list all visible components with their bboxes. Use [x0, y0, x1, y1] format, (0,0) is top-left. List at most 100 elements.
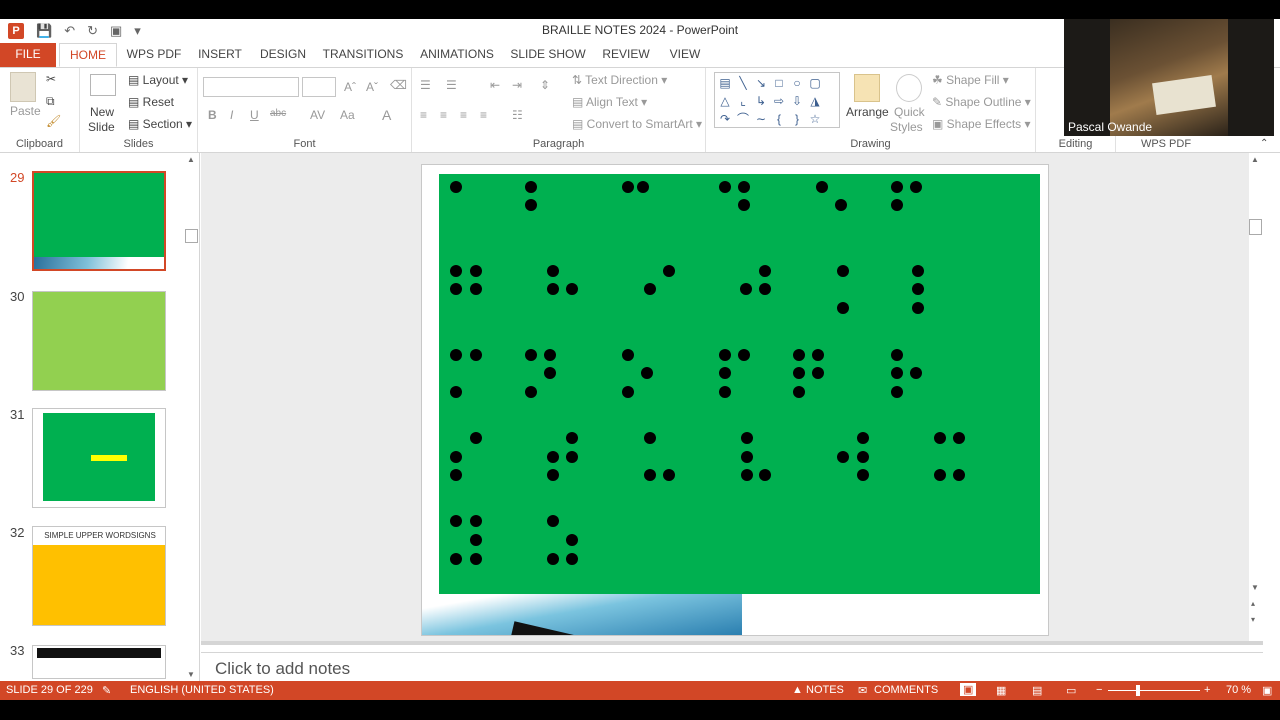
fit-to-window-icon[interactable]: ▣ — [1262, 684, 1272, 697]
slide-thumbnail-33[interactable] — [32, 645, 166, 679]
freeform-shape-icon[interactable]: ∼ — [753, 111, 769, 127]
slide-thumbnail-29[interactable] — [32, 171, 166, 271]
notes-placeholder[interactable]: Click to add notes — [215, 659, 350, 679]
quick-styles-icon[interactable] — [896, 74, 922, 102]
increase-indent-icon[interactable]: ⇥ — [512, 78, 522, 92]
italic-button[interactable]: I — [230, 108, 233, 122]
arrange-icon[interactable] — [854, 74, 880, 102]
underline-button[interactable]: U — [250, 108, 259, 122]
quick-styles-label-1[interactable]: Quick — [894, 105, 925, 119]
language-indicator[interactable]: ENGLISH (UNITED STATES) — [130, 684, 274, 696]
new-slide-label-2[interactable]: Slide — [88, 120, 115, 134]
elbow-arrow-icon[interactable]: ↳ — [753, 93, 769, 109]
layout-button[interactable]: ▤ Layout ▾ — [128, 73, 188, 87]
comments-icon[interactable]: ✉ — [858, 684, 867, 697]
font-color-button[interactable]: A — [382, 107, 391, 123]
curve-shape-icon[interactable]: ↷ — [717, 111, 733, 127]
slideshow-view-icon[interactable]: ▭ — [1066, 684, 1076, 697]
reading-view-icon[interactable]: ▤ — [1032, 684, 1042, 697]
scroll-up-icon[interactable]: ▲ — [1251, 155, 1259, 164]
tab-transitions[interactable]: TRANSITIONS — [322, 43, 404, 67]
zoom-slider-thumb[interactable] — [1136, 685, 1140, 696]
line-shape-icon[interactable]: ╲ — [735, 75, 751, 91]
clear-formatting-icon[interactable]: ⌫ — [390, 78, 407, 92]
arrange-button[interactable]: Arrange — [846, 105, 889, 119]
notes-toggle[interactable]: NOTES — [806, 684, 844, 696]
tab-slide-show[interactable]: SLIDE SHOW — [509, 43, 587, 67]
font-family-select[interactable] — [203, 77, 299, 97]
quick-styles-label-2[interactable]: Styles — [890, 120, 923, 134]
change-case-button[interactable]: Aa — [340, 108, 355, 122]
paste-icon[interactable] — [10, 72, 36, 102]
zoom-in-icon[interactable]: + — [1204, 684, 1210, 696]
align-left-icon[interactable]: ≡ — [420, 108, 427, 122]
rounded-rect-shape-icon[interactable]: ▢ — [807, 75, 823, 91]
oval-shape-icon[interactable]: ○ — [789, 75, 805, 91]
shape-outline-button[interactable]: ✎ Shape Outline ▾ — [932, 95, 1031, 109]
section-button[interactable]: ▤ Section ▾ — [128, 117, 192, 131]
notes-toggle-icon[interactable]: ▲ — [792, 684, 803, 696]
character-spacing-button[interactable]: AV — [310, 108, 325, 122]
justify-icon[interactable]: ≡ — [480, 108, 487, 122]
triangle-shape-icon[interactable]: △ — [717, 93, 733, 109]
next-slide-icon[interactable]: ▾ — [1251, 615, 1255, 624]
reset-button[interactable]: ▤ Reset — [128, 95, 174, 109]
brace-close-icon[interactable]: } — [789, 111, 805, 127]
columns-icon[interactable]: ☷ — [512, 108, 523, 122]
tab-animations[interactable]: ANIMATIONS — [415, 43, 499, 67]
tab-wps-pdf[interactable]: WPS PDF — [124, 43, 184, 67]
new-slide-label-1[interactable]: New — [90, 105, 114, 119]
textbox-shape-icon[interactable]: ▤ — [717, 75, 733, 91]
scroll-down-icon[interactable]: ▼ — [187, 670, 195, 679]
normal-view-icon[interactable]: ▣ — [960, 683, 977, 696]
tab-home[interactable]: HOME — [59, 43, 117, 67]
tab-insert[interactable]: INSERT — [195, 43, 245, 67]
decrease-font-icon[interactable]: Aˇ — [366, 80, 378, 94]
flowchart-shape-icon[interactable]: ◮ — [807, 93, 823, 109]
slide-sorter-icon[interactable]: ▦ — [996, 684, 1006, 697]
tab-file[interactable]: FILE — [0, 43, 56, 67]
align-center-icon[interactable]: ≡ — [440, 108, 447, 122]
zoom-slider[interactable] — [1108, 690, 1200, 691]
previous-slide-icon[interactable]: ▴ — [1251, 599, 1255, 608]
shape-fill-button[interactable]: ☘ Shape Fill ▾ — [932, 73, 1009, 87]
slide-thumbnail-31[interactable] — [32, 408, 166, 508]
strikethrough-button[interactable]: abc — [270, 108, 286, 119]
new-slide-icon[interactable] — [90, 74, 116, 96]
pane-splitter[interactable] — [201, 641, 1263, 645]
rectangle-shape-icon[interactable]: □ — [771, 75, 787, 91]
current-slide[interactable] — [421, 164, 1049, 636]
decrease-indent-icon[interactable]: ⇤ — [490, 78, 500, 92]
text-direction-button[interactable]: ⇅ Text Direction ▾ — [572, 73, 667, 87]
align-right-icon[interactable]: ≡ — [460, 108, 467, 122]
bold-button[interactable]: B — [208, 108, 217, 122]
copy-icon[interactable]: ⧉ — [46, 94, 55, 109]
scroll-down-icon[interactable]: ▼ — [1251, 583, 1259, 592]
increase-font-icon[interactable]: Aˆ — [344, 80, 356, 94]
line-spacing-icon[interactable]: ⇕ — [540, 78, 550, 92]
arrow-line-shape-icon[interactable]: ↘ — [753, 75, 769, 91]
tab-view[interactable]: VIEW — [663, 43, 707, 67]
right-arrow-shape-icon[interactable]: ⇨ — [771, 93, 787, 109]
down-arrow-shape-icon[interactable]: ⇩ — [789, 93, 805, 109]
collapse-ribbon-icon[interactable]: ⌃ — [1260, 138, 1268, 149]
scroll-up-icon[interactable]: ▲ — [187, 155, 195, 164]
align-text-button[interactable]: ▤ Align Text ▾ — [572, 95, 647, 109]
convert-smartart-button[interactable]: ▤ Convert to SmartArt ▾ — [572, 117, 702, 131]
tab-design[interactable]: DESIGN — [256, 43, 310, 67]
star-shape-icon[interactable]: ☆ — [807, 111, 823, 127]
brace-open-icon[interactable]: { — [771, 111, 787, 127]
cut-icon[interactable]: ✂ — [46, 72, 56, 86]
tab-review[interactable]: REVIEW — [598, 43, 654, 67]
shapes-gallery[interactable]: ▤ ╲ ↘ □ ○ ▢ △ ⌞ ↳ ⇨ ⇩ ◮ ↷ ⌒ ∼ { } ☆ — [714, 72, 840, 128]
scroll-thumb[interactable] — [1249, 219, 1262, 235]
arc-shape-icon[interactable]: ⌒ — [735, 111, 751, 127]
spelling-icon[interactable]: ✎ — [102, 684, 111, 697]
numbering-icon[interactable]: ☰ — [446, 78, 457, 92]
zoom-level[interactable]: 70 % — [1226, 684, 1251, 696]
scroll-thumb[interactable] — [185, 229, 198, 243]
format-painter-icon[interactable]: 🖌 — [46, 114, 61, 128]
bullets-icon[interactable]: ☰ — [420, 78, 431, 92]
slide-thumbnail-30[interactable] — [32, 291, 166, 391]
font-size-select[interactable] — [302, 77, 336, 97]
